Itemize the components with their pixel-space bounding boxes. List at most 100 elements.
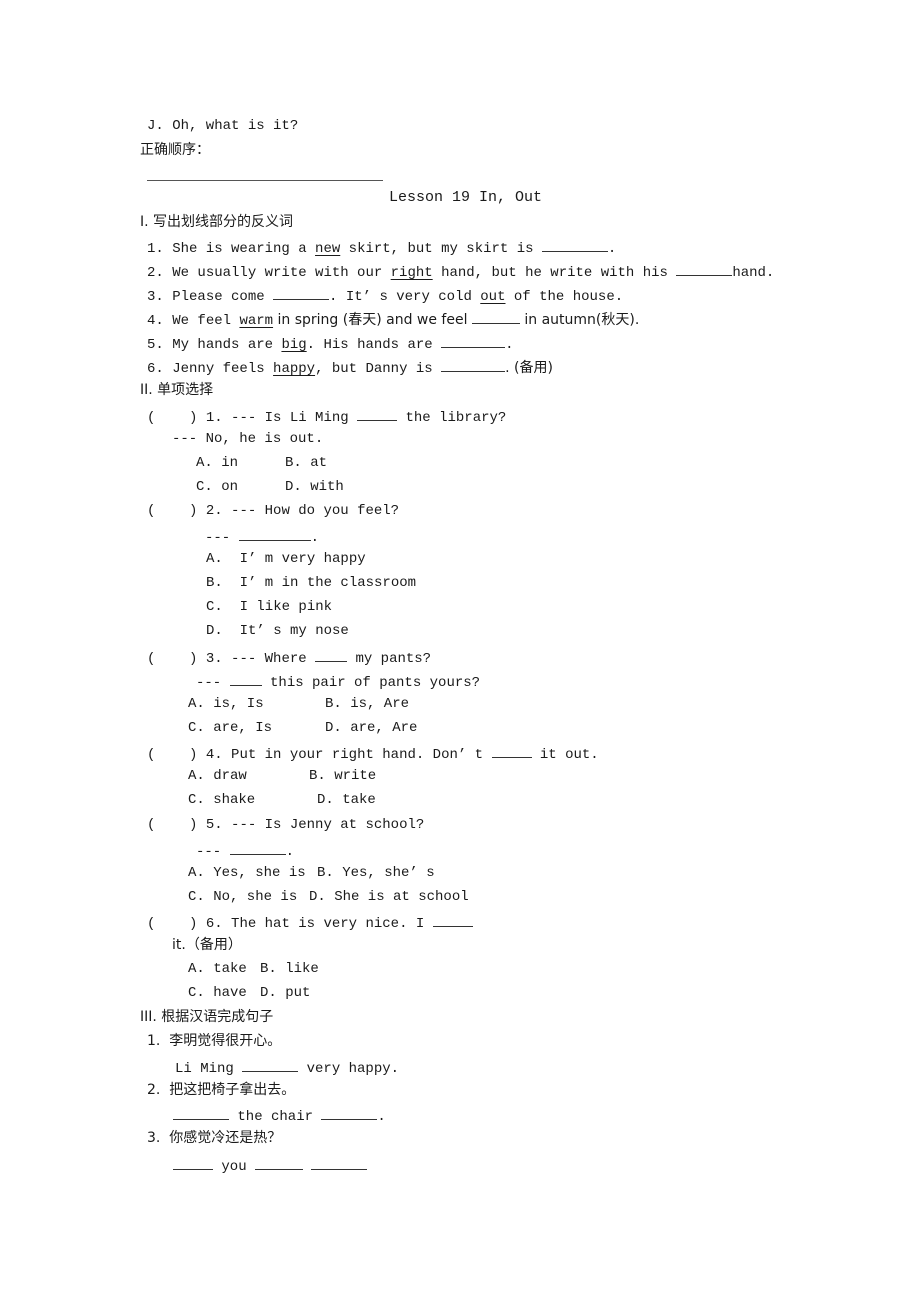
answer-bracket[interactable]: ( )	[147, 747, 197, 763]
s3-item-2-chinese: 2. 把这把椅子拿出去。	[147, 1081, 295, 1099]
text: We feel	[172, 313, 240, 329]
answer-bracket[interactable]: ( )	[147, 503, 197, 519]
answer-bracket[interactable]: ( )	[147, 651, 197, 667]
blank-field[interactable]	[491, 743, 532, 758]
blank-field[interactable]	[238, 526, 311, 541]
lesson-title: Lesson 19 In, Out	[389, 189, 543, 206]
blank-field[interactable]	[229, 840, 286, 855]
blank-field[interactable]	[229, 671, 262, 686]
text: .	[285, 844, 295, 860]
option: C. have	[188, 985, 247, 1001]
blank-field[interactable]	[242, 1057, 299, 1072]
s2-q3-answer: --- this pair of pants yours?	[196, 671, 480, 692]
s2-question-5: ( ) 5. --- Is Jenny at school?	[147, 816, 424, 834]
text: .	[310, 530, 320, 546]
blank-field[interactable]	[311, 1155, 368, 1170]
s2-question-3: ( ) 3. --- Where my pants?	[147, 647, 431, 668]
text: Please come	[172, 289, 274, 305]
option: C. I like pink	[206, 599, 333, 615]
text: .	[607, 241, 617, 257]
option: D. put	[260, 985, 311, 1001]
underlined-word: new	[315, 241, 341, 257]
text: . His hands are	[306, 337, 442, 353]
blank-field[interactable]	[441, 333, 506, 348]
blank-field[interactable]	[357, 406, 398, 421]
item-number: 3.	[147, 1130, 161, 1146]
s1-item-5: 5. My hands are big. His hands are .	[147, 333, 513, 354]
blank-field[interactable]	[173, 1155, 213, 1170]
text: ---	[205, 530, 239, 546]
text: .	[377, 1109, 386, 1125]
s2-q2-answer: --- .	[205, 526, 319, 547]
option: B. I’ m in the classroom	[206, 575, 417, 591]
s2-question-6: ( ) 6. The hat is very nice. I	[147, 912, 473, 933]
answer-bracket[interactable]: ( )	[147, 410, 197, 426]
answer-bracket[interactable]: ( )	[147, 817, 197, 833]
blank-field[interactable]	[315, 647, 348, 662]
s2-question-1: ( ) 1. --- Is Li Ming the library?	[147, 406, 506, 427]
underlined-word: big	[281, 337, 307, 353]
item-number: 3.	[205, 651, 223, 667]
option: D. It’ s my nose	[206, 623, 349, 639]
chinese-prompt: 你感觉冷还是热？	[169, 1130, 282, 1146]
option: C. are, Is	[188, 720, 273, 736]
underlined-word: out	[480, 289, 506, 305]
text: the chair	[229, 1109, 322, 1125]
text: skirt, but my skirt is	[340, 241, 542, 257]
text: --- Is Li Ming	[231, 410, 358, 426]
section2-heading: II. 单项选择	[140, 382, 214, 398]
text: . It’ s very cold	[329, 289, 481, 305]
blank-field[interactable]	[676, 261, 733, 276]
option: A. Yes, she is	[188, 865, 306, 881]
option: C. on	[196, 479, 239, 495]
s2-question-2: ( ) 2. --- How do you feel?	[147, 502, 399, 520]
s3-item-1-chinese: 1. 李明觉得很开心。	[147, 1032, 281, 1050]
s2-question-4: ( ) 4. Put in your right hand. Don’ t it…	[147, 743, 599, 764]
text: ---	[196, 844, 230, 860]
chinese-prompt: 把这把椅子拿出去。	[169, 1082, 296, 1098]
text: , but Danny is	[315, 361, 442, 377]
text: hand, but he write with his	[432, 265, 677, 281]
text: Put in your right hand. Don’ t	[231, 747, 492, 763]
underlined-word: warm	[239, 313, 274, 329]
option: B. at	[285, 455, 328, 471]
answer-bracket[interactable]: ( )	[147, 916, 197, 932]
s1-item-4: 4. We feel warm in spring (春天) and we fe…	[147, 309, 639, 330]
blank-field[interactable]	[541, 237, 608, 252]
text: My hands are	[172, 337, 282, 353]
s1-item-6: 6. Jenny feels happy, but Danny is . (备用…	[147, 357, 553, 378]
s2-q6-continuation: it.（备用）	[172, 937, 242, 953]
item-number: 5.	[147, 337, 164, 353]
text: --- Is Jenny at school?	[231, 817, 425, 833]
section1-heading: I. 写出划线部分的反义词	[140, 214, 294, 230]
text: --- How do you feel?	[231, 503, 400, 519]
option: B. write	[309, 768, 377, 784]
option: D. with	[285, 479, 344, 495]
blank-field[interactable]	[432, 912, 473, 927]
item-number: 1.	[147, 1033, 161, 1049]
s2-q5-answer: --- .	[196, 840, 294, 861]
blank-field[interactable]	[255, 1155, 304, 1170]
item-number: 1.	[205, 410, 223, 426]
text: . (备用)	[505, 360, 553, 376]
blank-field[interactable]	[471, 309, 520, 324]
text: We usually write with our	[172, 265, 391, 281]
option: D. take	[317, 792, 376, 808]
blank-field[interactable]	[173, 1105, 229, 1120]
text: in autumn(秋天).	[519, 312, 640, 328]
item-number: 2.	[147, 1082, 161, 1098]
text: The hat is very nice. I	[231, 916, 433, 932]
blank-field[interactable]	[441, 357, 506, 372]
s1-item-2: 2. We usually write with our right hand,…	[147, 261, 774, 282]
option: C. No, she is	[188, 889, 298, 905]
s1-item-3: 3. Please come . It’ s very cold out of …	[147, 285, 623, 306]
blank-field[interactable]	[321, 1105, 378, 1120]
s2-q1-answer: --- No, he is out.	[172, 431, 324, 447]
text: in spring (春天) and we feel	[273, 312, 472, 328]
item-j: J. Oh, what is it?	[147, 118, 299, 134]
text: the library?	[397, 410, 507, 426]
option: A. in	[196, 455, 239, 471]
blank-field[interactable]	[273, 285, 330, 300]
text: you	[213, 1159, 256, 1175]
text: Jenny feels	[172, 361, 274, 377]
